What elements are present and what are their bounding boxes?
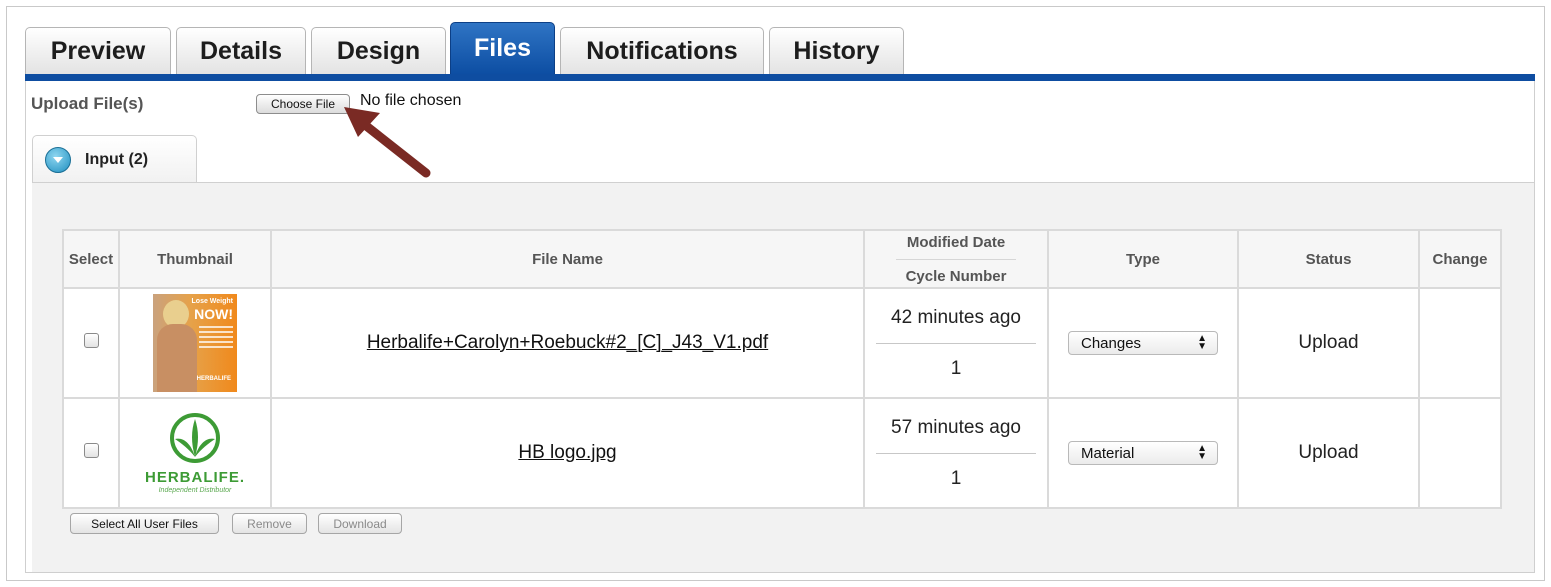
- choose-file-button[interactable]: Choose File: [256, 94, 350, 114]
- type-select-value: Changes: [1081, 334, 1142, 352]
- row-checkbox[interactable]: [83, 443, 99, 458]
- header-status[interactable]: Status: [1237, 229, 1420, 289]
- cycle-number-value: 1: [950, 467, 962, 489]
- tab-design[interactable]: Design: [311, 27, 446, 74]
- modified-date-value: 42 minutes ago: [891, 306, 1021, 328]
- tab-files[interactable]: Files: [450, 22, 555, 74]
- select-arrows-icon: ▲ ▼: [1197, 443, 1207, 462]
- table-row: HERBALIFE. Independent Distributor HB lo…: [62, 397, 1502, 509]
- file-name-link[interactable]: HB logo.jpg: [518, 442, 616, 463]
- date-divider: [876, 452, 1036, 454]
- flyer-thumbnail[interactable]: Lose Weight NOW! HERBALIFE: [153, 294, 237, 392]
- header-file-name[interactable]: File Name: [270, 229, 865, 289]
- flyer-now-text: NOW!: [194, 306, 233, 322]
- row-thumbnail-cell: Lose Weight NOW! HERBALIFE: [118, 287, 272, 399]
- input-subtab[interactable]: Input (2): [32, 135, 197, 183]
- expand-circle-icon: [45, 146, 71, 173]
- logo-sub-text: Independent Distributor: [158, 486, 232, 494]
- header-type[interactable]: Type: [1047, 229, 1239, 289]
- row-checkbox[interactable]: [83, 333, 99, 348]
- header-modified-date: Modified Date: [906, 233, 1006, 251]
- header-divider: [896, 258, 1016, 260]
- row-change-cell: [1418, 287, 1502, 399]
- row-file-name-cell: HB logo.jpg: [270, 397, 865, 509]
- annotation-arrow-icon: [344, 107, 431, 178]
- type-select[interactable]: Material ▲ ▼: [1068, 441, 1218, 465]
- type-select[interactable]: Changes ▲ ▼: [1068, 331, 1218, 355]
- header-modified-cycle[interactable]: Modified Date Cycle Number: [863, 229, 1049, 289]
- herbalife-leaf-icon: [170, 412, 220, 463]
- row-select-cell: [62, 397, 120, 509]
- row-type-cell: Changes ▲ ▼: [1047, 287, 1239, 399]
- row-date-cell: 42 minutes ago 1: [863, 287, 1049, 399]
- flyer-brand: HERBALIFE: [196, 376, 231, 382]
- date-divider: [876, 342, 1036, 344]
- tab-history[interactable]: History: [769, 27, 904, 74]
- header-cycle-number: Cycle Number: [905, 267, 1007, 285]
- row-type-cell: Material ▲ ▼: [1047, 397, 1239, 509]
- logo-thumbnail[interactable]: HERBALIFE. Independent Distributor: [140, 399, 250, 507]
- flyer-headline: Lose Weight: [191, 298, 233, 305]
- tab-underline: [25, 74, 1535, 81]
- modified-date-value: 57 minutes ago: [891, 416, 1021, 438]
- table-header-row: Select Thumbnail File Name Modified Date…: [62, 229, 1502, 289]
- file-name-link[interactable]: Herbalife+Carolyn+Roebuck#2_[C]_J43_V1.p…: [367, 332, 768, 353]
- row-status-cell: Upload: [1237, 397, 1420, 509]
- remove-button[interactable]: Remove: [232, 513, 307, 534]
- tab-preview[interactable]: Preview: [25, 27, 171, 74]
- upload-files-label: Upload File(s): [31, 94, 144, 113]
- download-button[interactable]: Download: [318, 513, 402, 534]
- header-change: Change: [1418, 229, 1502, 289]
- row-thumbnail-cell: HERBALIFE. Independent Distributor: [118, 397, 272, 509]
- header-select: Select: [62, 229, 120, 289]
- input-subtab-label: Input (2): [85, 150, 149, 168]
- logo-brand-text: HERBALIFE.: [145, 468, 245, 486]
- select-all-user-files-button[interactable]: Select All User Files: [70, 513, 219, 534]
- row-select-cell: [62, 287, 120, 399]
- row-change-cell: [1418, 397, 1502, 509]
- files-table: Select Thumbnail File Name Modified Date…: [62, 229, 1502, 509]
- header-thumbnail: Thumbnail: [118, 229, 272, 289]
- cycle-number-value: 1: [950, 357, 962, 379]
- tab-details[interactable]: Details: [176, 27, 306, 74]
- row-status-cell: Upload: [1237, 287, 1420, 399]
- row-date-cell: 57 minutes ago 1: [863, 397, 1049, 509]
- tab-notifications[interactable]: Notifications: [560, 27, 764, 74]
- row-file-name-cell: Herbalife+Carolyn+Roebuck#2_[C]_J43_V1.p…: [270, 287, 865, 399]
- table-row: Lose Weight NOW! HERBALIFE Herbalife+Car…: [62, 287, 1502, 399]
- type-select-value: Material: [1081, 444, 1135, 462]
- select-arrows-icon: ▲ ▼: [1197, 333, 1207, 352]
